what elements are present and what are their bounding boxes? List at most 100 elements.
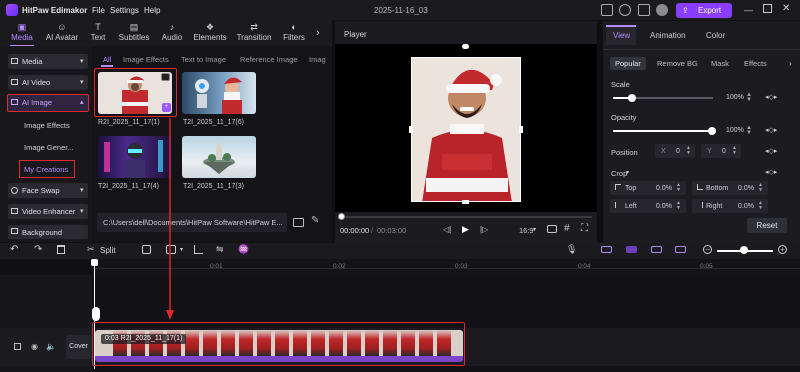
chip-remove-bg[interactable]: Remove BG: [652, 57, 703, 70]
stepper-icon[interactable]: ▲ ▼: [746, 92, 752, 103]
tool-filters[interactable]: ◐ Filters: [277, 22, 311, 46]
keyframe-icon[interactable]: ◂◇▸: [765, 147, 777, 155]
media-tab-image-effects[interactable]: Image Effects: [123, 55, 169, 64]
open-folder-icon[interactable]: [293, 218, 304, 227]
playhead-marker[interactable]: [92, 307, 100, 321]
zoom-in-icon[interactable]: +: [778, 245, 787, 254]
tool-subtitles[interactable]: ▤ Subtitles: [112, 22, 156, 46]
props-tab-view[interactable]: View: [613, 31, 630, 40]
grid-icon[interactable]: #: [564, 223, 570, 234]
keyframe-icon[interactable]: ◂◇▸: [765, 93, 777, 101]
crop-bottom-field[interactable]: [692, 181, 768, 195]
media-thumb-t2i-3[interactable]: [182, 136, 256, 178]
keyframe-icon[interactable]: ◂◇▸: [765, 126, 777, 134]
timeline-clip[interactable]: 0:03 R2I_2025_11_17(1): [95, 330, 463, 362]
track-icon[interactable]: [651, 246, 662, 253]
nav-ai-image[interactable]: AI Image: [7, 94, 89, 112]
nav-image-generator[interactable]: Image Gener...: [24, 143, 74, 152]
chip-popular[interactable]: Popular: [610, 57, 646, 70]
stepper-icon[interactable]: ▲ ▼: [732, 146, 737, 156]
nav-video-enhancer[interactable]: Video Enhancer: [8, 204, 88, 219]
media-tab-text-to-image[interactable]: Text to Image: [181, 55, 226, 64]
tool-audio[interactable]: ♪ Audio: [156, 22, 188, 46]
stepper-icon[interactable]: ▲ ▼: [676, 201, 681, 211]
undo-icon[interactable]: ↶: [10, 244, 18, 255]
props-tab-color[interactable]: Color: [706, 31, 725, 40]
notifications-icon[interactable]: [619, 4, 631, 16]
rotate-handle[interactable]: [462, 44, 469, 49]
minimize-icon[interactable]: —: [744, 5, 753, 15]
play-icon[interactable]: ▶: [462, 224, 469, 235]
audio-edit-icon[interactable]: ♒: [238, 244, 249, 255]
toolbar-next-icon[interactable]: ›: [316, 27, 320, 39]
split-icon[interactable]: ✂: [87, 244, 95, 255]
player-progress-track[interactable]: [340, 216, 592, 218]
stepper-icon[interactable]: ▲ ▼: [758, 201, 763, 211]
resize-handle-bottom[interactable]: [462, 200, 469, 204]
stepper-icon[interactable]: ▲ ▼: [676, 183, 681, 193]
media-path-field[interactable]: C:\Users\dell\Documents\HitPaw Software\…: [97, 213, 287, 232]
crop-icon[interactable]: [194, 245, 203, 254]
tool-transition[interactable]: ⇄ Transition: [233, 22, 275, 46]
keyframe-icon[interactable]: ◂◇▸: [765, 168, 777, 176]
stepper-icon[interactable]: ▲ ▼: [746, 125, 752, 136]
maximize-icon[interactable]: [763, 4, 772, 13]
chip-effects[interactable]: Effects: [739, 57, 772, 70]
menu-help[interactable]: Help: [144, 6, 160, 15]
media-tab-all[interactable]: All: [103, 55, 111, 64]
nav-my-creations[interactable]: My Creations: [24, 165, 68, 174]
crop-left-field[interactable]: [610, 199, 686, 213]
avatar[interactable]: [656, 4, 668, 16]
resize-handle-right[interactable]: [519, 126, 523, 133]
redo-icon[interactable]: ↷: [34, 244, 42, 255]
menu-settings[interactable]: Settings: [110, 6, 139, 15]
stepper-icon[interactable]: ▲ ▼: [758, 183, 763, 193]
chip-mask[interactable]: Mask: [706, 57, 734, 70]
props-tab-animation[interactable]: Animation: [650, 31, 686, 40]
snap-icon[interactable]: [626, 246, 637, 253]
split-button[interactable]: Split: [100, 246, 116, 255]
media-tab-reference-image[interactable]: Reference Image: [240, 55, 298, 64]
add-to-timeline-icon[interactable]: +: [162, 103, 171, 112]
delete-icon[interactable]: [57, 245, 65, 254]
stepper-icon[interactable]: ▲ ▼: [686, 146, 691, 156]
link-icon[interactable]: [601, 246, 612, 253]
tool-text[interactable]: T Text: [84, 22, 112, 46]
opacity-value[interactable]: 100%: [726, 127, 744, 134]
media-thumb-t2i-6[interactable]: [182, 72, 256, 114]
nav-background[interactable]: Background: [8, 225, 88, 239]
player-progress-knob[interactable]: [338, 213, 345, 220]
reset-button[interactable]: Reset: [747, 218, 787, 233]
aspect-ratio-select[interactable]: 16:9: [519, 226, 534, 235]
tool-elements[interactable]: ❖ Elements: [188, 22, 232, 46]
close-icon[interactable]: ✕: [782, 3, 790, 14]
zoom-slider-knob[interactable]: [740, 246, 748, 254]
tool-media[interactable]: ▣ Media: [2, 22, 42, 46]
snapshot-icon[interactable]: [547, 225, 557, 233]
tool-ai-avatar[interactable]: ☺ AI Avatar: [40, 22, 84, 46]
crop-right-field[interactable]: [692, 199, 768, 213]
nav-ai-video[interactable]: AI Video: [8, 75, 88, 90]
nav-image-effects[interactable]: Image Effects: [24, 121, 70, 130]
track-lock-icon[interactable]: [14, 343, 21, 350]
freeze-icon[interactable]: [142, 245, 151, 254]
next-frame-icon[interactable]: |▷: [480, 225, 488, 234]
edit-icon[interactable]: ✎: [311, 215, 319, 226]
microphone-icon[interactable]: 🎙: [566, 244, 577, 255]
nav-media[interactable]: Media: [8, 54, 88, 69]
chevron-down-icon[interactable]: ▾: [180, 246, 183, 253]
layout-icon[interactable]: [601, 4, 613, 16]
playhead-handle[interactable]: [91, 259, 98, 266]
cover-button[interactable]: Cover: [66, 335, 91, 359]
opacity-slider[interactable]: [613, 130, 713, 132]
fullscreen-icon[interactable]: ⛶: [581, 223, 588, 234]
menu-file[interactable]: File: [92, 6, 105, 15]
nav-face-swap[interactable]: Face Swap: [8, 183, 88, 198]
crop-top-field[interactable]: [610, 181, 686, 195]
magnet-icon[interactable]: [675, 246, 686, 253]
mark-icon[interactable]: [161, 73, 170, 81]
resize-handle-left[interactable]: [409, 126, 413, 133]
media-tab-more[interactable]: Imag: [309, 55, 331, 64]
mirror-icon[interactable]: ⇋: [216, 244, 224, 255]
opacity-slider-knob[interactable]: [708, 127, 716, 135]
